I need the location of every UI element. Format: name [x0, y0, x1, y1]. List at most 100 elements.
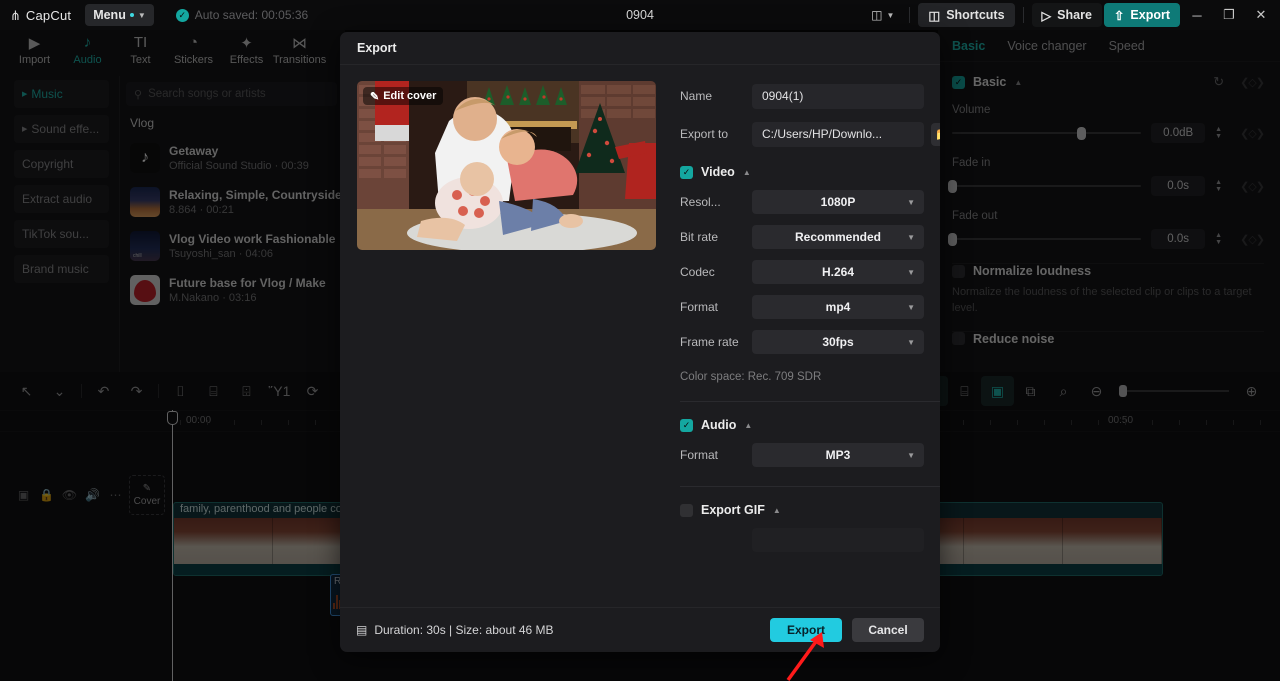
export-dialog-title: Export [357, 41, 397, 55]
export-to-row: Export to C:/Users/HP/Downlo... 📁 [680, 119, 940, 149]
capcut-window: ⋔ CapCut Menu ▼ ✓ Auto saved: 00:05:36 0… [0, 0, 1280, 681]
export-to-label: Export to [680, 127, 729, 141]
audio-section-header: ✓ Audio ▲ [680, 418, 940, 432]
export-dialog-body: ✎ Edit cover Name 0904(1) Export to C:/U… [340, 65, 940, 619]
select-value: MP3 [825, 448, 851, 462]
audio-checkbox[interactable]: ✓ [680, 418, 693, 432]
video-section-header: ✓ Video ▲ [680, 165, 940, 179]
autosave-status: ✓ Auto saved: 00:05:36 [175, 8, 309, 22]
video-field-label: Bit rate [680, 230, 719, 244]
video-field-label: Resol... [680, 195, 721, 209]
chevron-down-icon: ▼ [907, 337, 915, 347]
chevron-down-icon: ▼ [907, 267, 915, 277]
maximize-button[interactable]: ❐ [1214, 0, 1244, 30]
cover-preview[interactable]: ✎ Edit cover [357, 81, 656, 250]
name-label: Name [680, 89, 713, 103]
keyboard-icon: ◫ [928, 8, 941, 23]
cancel-button[interactable]: Cancel [852, 618, 924, 642]
chevron-up-icon[interactable]: ▲ [773, 506, 781, 515]
upload-icon: ⇧ [1113, 8, 1125, 23]
chevron-down-icon: ▼ [907, 450, 915, 460]
video-field-label: Frame rate [680, 335, 739, 349]
menu-label: Menu [93, 8, 126, 22]
audio-fields: Format MP3 ▼ [680, 442, 940, 468]
check-circle-icon: ✓ [175, 8, 189, 22]
shortcuts-label: Shortcuts [946, 8, 1005, 22]
gif-select[interactable] [752, 528, 924, 552]
video-frame-rate-select[interactable]: 30fps ▼ [752, 330, 924, 354]
gif-section-title: Export GIF [701, 503, 765, 517]
video-codec-select[interactable]: H.264 ▼ [752, 260, 924, 284]
select-value: 30fps [822, 335, 854, 349]
video-row: Resol... 1080P ▼ [680, 189, 940, 215]
chevron-down-icon: ▼ [137, 10, 146, 20]
select-value: 1080P [820, 195, 856, 209]
close-button[interactable]: ✕ [1246, 0, 1276, 30]
export-label: Export [1130, 8, 1170, 22]
video-format-select[interactable]: mp4 ▼ [752, 295, 924, 319]
video-field-label: Format [680, 300, 719, 314]
video-bit-rate-select[interactable]: Recommended ▼ [752, 225, 924, 249]
video-resol--select[interactable]: 1080P ▼ [752, 190, 924, 214]
video-row: Codec H.264 ▼ [680, 259, 940, 285]
divider [680, 486, 940, 487]
capcut-mark-icon: ⋔ [10, 7, 21, 23]
folder-icon[interactable]: 📁 [931, 122, 940, 146]
video-row: Frame rate 30fps ▼ [680, 329, 940, 355]
select-value: Recommended [794, 230, 882, 244]
video-section-title: Video [701, 165, 735, 179]
chevron-up-icon[interactable]: ▲ [743, 168, 751, 177]
audio-field-label: Format [680, 448, 719, 462]
duration-text: Duration: 30s | Size: about 46 MB [374, 623, 554, 637]
gif-checkbox[interactable] [680, 503, 693, 517]
close-icon: ✕ [1255, 7, 1267, 22]
video-field-label: Codec [680, 265, 715, 279]
title-bar: ⋔ CapCut Menu ▼ ✓ Auto saved: 00:05:36 0… [0, 0, 1280, 30]
export-to-input[interactable]: C:/Users/HP/Downlo... [752, 121, 924, 147]
export-button-titlebar[interactable]: ⇧ Export [1103, 3, 1180, 27]
maximize-icon: ❐ [1223, 7, 1235, 22]
chevron-down-icon: ▼ [907, 197, 915, 207]
minimize-icon: ─ [1192, 7, 1202, 23]
capcut-logo: ⋔ CapCut [10, 8, 71, 23]
pencil-icon: ✎ [370, 90, 380, 103]
video-checkbox[interactable]: ✓ [680, 165, 693, 179]
export-confirm-button[interactable]: Export [770, 618, 842, 642]
gif-field-hidden [680, 527, 940, 553]
export-form: Name 0904(1) Export to C:/Users/HP/Downl… [656, 81, 940, 619]
export-dialog-footer: ▤ Duration: 30s | Size: about 46 MB Expo… [340, 607, 940, 652]
footer-buttons: Export Cancel [770, 618, 924, 642]
audio-section-title: Audio [701, 418, 737, 432]
titlebar-actions: ◫ ▼ ◫ Shortcuts ▷ Share ⇧ Export ─ ❐ ✕ [864, 0, 1280, 30]
export-dialog: Export ✎ Edit cover Name 0904(1) Export … [340, 32, 940, 652]
video-fields: Resol... 1080P ▼ Bit rate Recommended ▼ Codec H… [680, 189, 940, 355]
menu-button[interactable]: Menu ▼ [85, 4, 154, 26]
edit-cover-button[interactable]: ✎ Edit cover [363, 87, 444, 105]
menu-badge-dot-icon [129, 13, 134, 17]
chevron-up-icon[interactable]: ▲ [744, 421, 752, 430]
export-dialog-header: Export [340, 32, 940, 65]
share-label: Share [1057, 8, 1092, 22]
autosave-text: Auto saved: 00:05:36 [194, 8, 309, 22]
edit-cover-label: Edit cover [383, 90, 437, 102]
divider [680, 401, 940, 402]
audio-format-select[interactable]: MP3 ▼ [752, 443, 924, 467]
layout-button[interactable]: ◫ ▼ [864, 3, 901, 27]
gif-section-header: Export GIF ▲ [680, 503, 940, 517]
video-row: Format mp4 ▼ [680, 294, 940, 320]
chevron-down-icon: ▼ [907, 302, 915, 312]
duration-info: ▤ Duration: 30s | Size: about 46 MB [356, 623, 554, 637]
layout-icon: ◫ [871, 8, 883, 22]
name-input[interactable]: 0904(1) [752, 83, 924, 109]
audio-row: Format MP3 ▼ [680, 442, 940, 468]
cover-thumbnail-image [357, 81, 656, 250]
shortcuts-button[interactable]: ◫ Shortcuts [918, 3, 1015, 27]
minimize-button[interactable]: ─ [1182, 0, 1212, 30]
color-space-text: Color space: Rec. 709 SDR [680, 371, 822, 383]
divider [1022, 7, 1024, 23]
chevron-down-icon: ▼ [907, 232, 915, 242]
chevron-down-icon: ▼ [886, 10, 895, 20]
share-button[interactable]: ▷ Share [1031, 3, 1102, 27]
select-value: mp4 [825, 300, 851, 314]
video-row: Bit rate Recommended ▼ [680, 224, 940, 250]
